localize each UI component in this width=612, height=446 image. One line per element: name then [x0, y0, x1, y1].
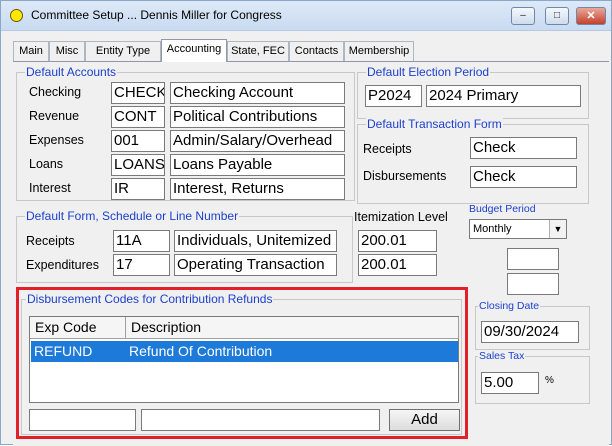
budget-period-field-2[interactable] — [507, 273, 559, 295]
tab-state-fec[interactable]: State, FEC — [227, 41, 289, 61]
loans-code-field[interactable]: LOANS — [111, 154, 165, 176]
new-exp-code-input[interactable] — [29, 409, 136, 431]
budget-period-field-1[interactable] — [507, 248, 559, 270]
transaction-disbursements-field[interactable]: Check — [470, 166, 577, 188]
budget-period-value: Monthly — [473, 223, 512, 235]
maximize-button[interactable]: □ — [545, 7, 569, 25]
election-period-code-field[interactable]: P2024 — [365, 85, 422, 107]
tab-main[interactable]: Main — [13, 41, 49, 61]
new-description-input[interactable] — [141, 409, 380, 431]
itemization-level-label: Itemization Level — [354, 210, 448, 224]
sales-tax-field[interactable]: 5.00 — [481, 372, 539, 394]
default-form-legend: Default Form, Schedule or Line Number — [25, 209, 240, 223]
budget-period-label: Budget Period — [469, 203, 536, 215]
revenue-label: Revenue — [29, 109, 80, 123]
checking-code-field[interactable]: CHECK — [111, 82, 165, 104]
expenses-code-field[interactable]: 001 — [111, 130, 165, 152]
revenue-description-field[interactable]: Political Contributions — [170, 106, 345, 128]
checking-description-field[interactable]: Checking Account — [170, 82, 345, 104]
closing-date-field[interactable]: 09/30/2024 — [481, 321, 579, 343]
tab-contacts[interactable]: Contacts — [289, 41, 344, 61]
transaction-receipts-field[interactable]: Check — [470, 137, 577, 159]
expenses-description-field[interactable]: Admin/Salary/Overhead — [170, 130, 345, 152]
expenditures-itemization-field[interactable]: 200.01 — [358, 254, 437, 276]
sales-tax-unit: % — [545, 375, 554, 386]
app-icon — [10, 9, 23, 22]
interest-code-field[interactable]: IR — [111, 178, 165, 200]
form-expenditures-description-field[interactable]: Operating Transaction — [174, 254, 337, 276]
tab-accounting[interactable]: Accounting — [161, 39, 227, 62]
minimize-button[interactable]: ‒ — [511, 7, 535, 25]
checking-label: Checking — [29, 85, 82, 99]
form-expenditures-code-field[interactable]: 17 — [113, 254, 170, 276]
column-header-exp-code[interactable]: Exp Code — [30, 317, 126, 339]
form-receipts-description-field[interactable]: Individuals, Unitemized — [174, 230, 337, 252]
tab-misc[interactable]: Misc — [49, 41, 85, 61]
interest-description-field[interactable]: Interest, Returns — [170, 178, 345, 200]
close-button[interactable]: ✕ — [576, 7, 606, 25]
add-button[interactable]: Add — [389, 409, 460, 431]
tab-entity-type[interactable]: Entity Type — [85, 41, 161, 61]
form-receipts-code-field[interactable]: 11A — [113, 230, 170, 252]
default-accounts-legend: Default Accounts — [25, 65, 118, 79]
tab-membership[interactable]: Membership — [344, 41, 414, 61]
form-expenditures-label: Expenditures — [26, 258, 99, 272]
chevron-down-icon[interactable]: ▼ — [549, 220, 566, 238]
transaction-disbursements-label: Disbursements — [363, 169, 447, 183]
loans-label: Loans — [29, 157, 64, 171]
sales-tax-legend: Sales Tax — [478, 350, 526, 362]
transaction-receipts-label: Receipts — [363, 142, 412, 156]
default-transaction-form-group: Default Transaction Form — [357, 117, 589, 204]
receipts-itemization-field[interactable]: 200.01 — [358, 230, 437, 252]
revenue-code-field[interactable]: CONT — [111, 106, 165, 128]
form-receipts-label: Receipts — [26, 234, 75, 248]
budget-period-select[interactable]: Monthly ▼ — [469, 219, 567, 239]
loans-description-field[interactable]: Loans Payable — [170, 154, 345, 176]
row-description: Refund Of Contribution — [129, 343, 273, 359]
closing-date-legend: Closing Date — [478, 300, 541, 312]
interest-label: Interest — [29, 181, 71, 195]
row-exp-code: REFUND — [34, 343, 93, 359]
table-row[interactable]: REFUND Refund Of Contribution — [31, 341, 458, 362]
expenses-label: Expenses — [29, 133, 84, 147]
default-election-period-legend: Default Election Period — [366, 65, 491, 79]
default-transaction-form-legend: Default Transaction Form — [366, 117, 503, 131]
column-header-description[interactable]: Description — [126, 317, 459, 339]
title-bar[interactable]: Committee Setup ... Dennis Miller for Co… — [1, 1, 611, 31]
disbursement-codes-table[interactable]: Exp Code Description REFUND Refund Of Co… — [29, 316, 459, 403]
committee-setup-window: Committee Setup ... Dennis Miller for Co… — [0, 0, 612, 446]
election-period-description-field[interactable]: 2024 Primary — [426, 85, 581, 107]
window-title: Committee Setup ... Dennis Miller for Co… — [31, 8, 282, 22]
